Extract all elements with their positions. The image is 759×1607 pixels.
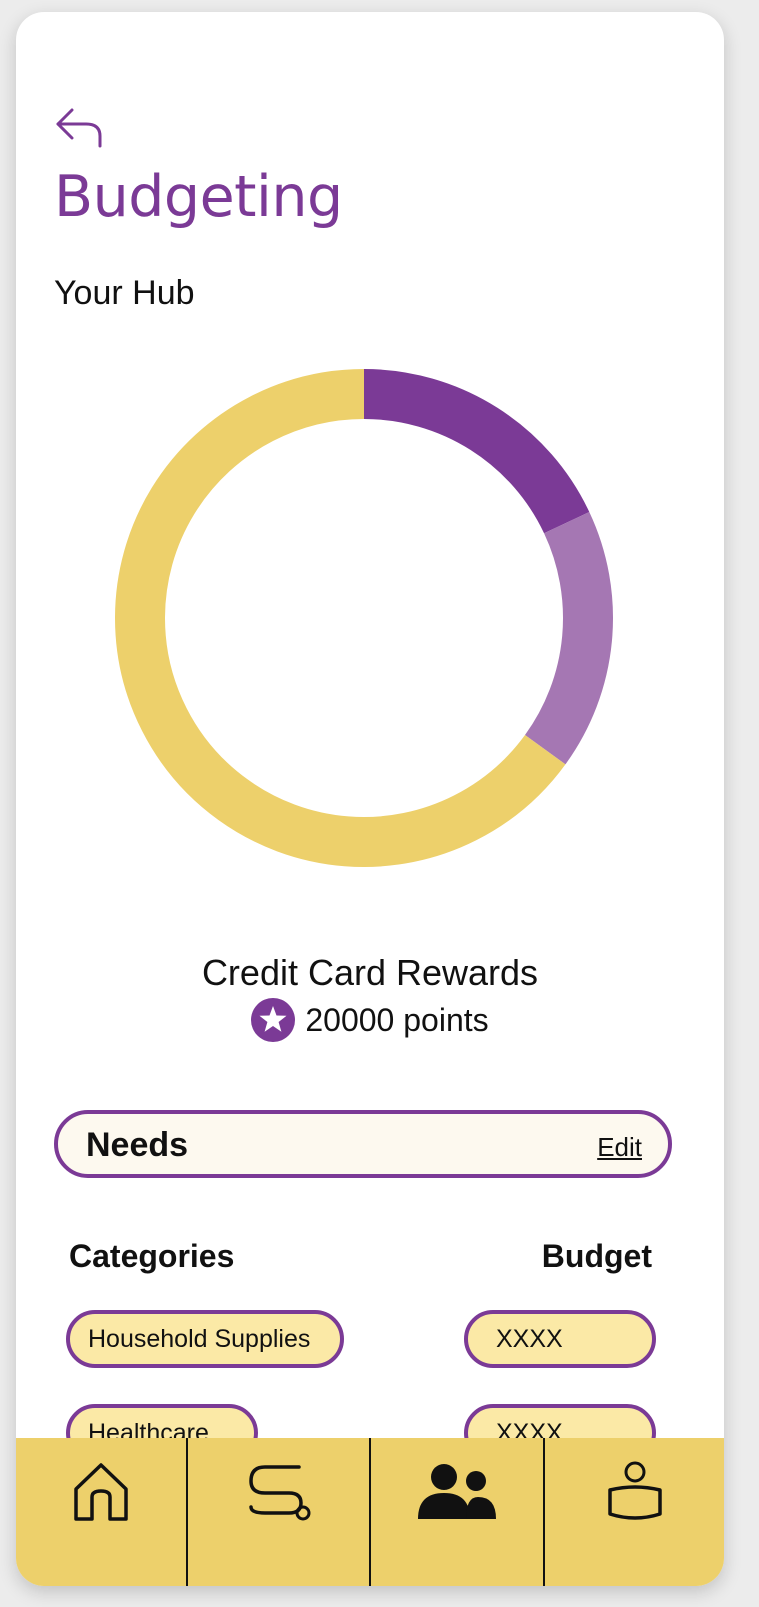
budget-header: Budget	[541, 1238, 652, 1274]
rewards-points: 20000 points	[305, 1001, 489, 1038]
rewards-points-row: 20000 points	[16, 998, 724, 1042]
route-icon	[248, 1465, 310, 1521]
edit-link[interactable]: Edit	[597, 1132, 642, 1163]
nav-community[interactable]	[371, 1438, 545, 1586]
back-button[interactable]	[54, 104, 110, 150]
donut-slice-3	[115, 369, 566, 867]
page-title: Budgeting	[54, 164, 343, 230]
nav-profile[interactable]	[545, 1438, 724, 1586]
nav-home[interactable]	[16, 1438, 188, 1586]
needs-label: Needs	[86, 1126, 189, 1164]
home-icon	[74, 1463, 128, 1521]
bottom-nav	[16, 1438, 724, 1586]
phone-frame: Budgeting Your Hub Credit Card Rewards 2…	[16, 12, 724, 1586]
star-icon	[251, 998, 296, 1042]
back-arrow-icon	[56, 108, 102, 148]
donut-slice-1	[363, 369, 590, 534]
nav-route[interactable]	[188, 1438, 371, 1586]
categories-header: Categories	[69, 1238, 235, 1274]
budget-pill[interactable]: XXXX	[464, 1310, 656, 1368]
donut-slice-2	[524, 511, 613, 765]
category-pill[interactable]: Household Supplies	[66, 1310, 344, 1368]
hub-subtitle: Your Hub	[54, 274, 195, 312]
profile-icon	[607, 1461, 662, 1520]
needs-section-bar: Needs Edit	[54, 1110, 672, 1178]
rewards-title: Credit Card Rewards	[201, 952, 539, 993]
community-icon	[418, 1464, 496, 1519]
budget-donut-chart	[115, 369, 613, 867]
